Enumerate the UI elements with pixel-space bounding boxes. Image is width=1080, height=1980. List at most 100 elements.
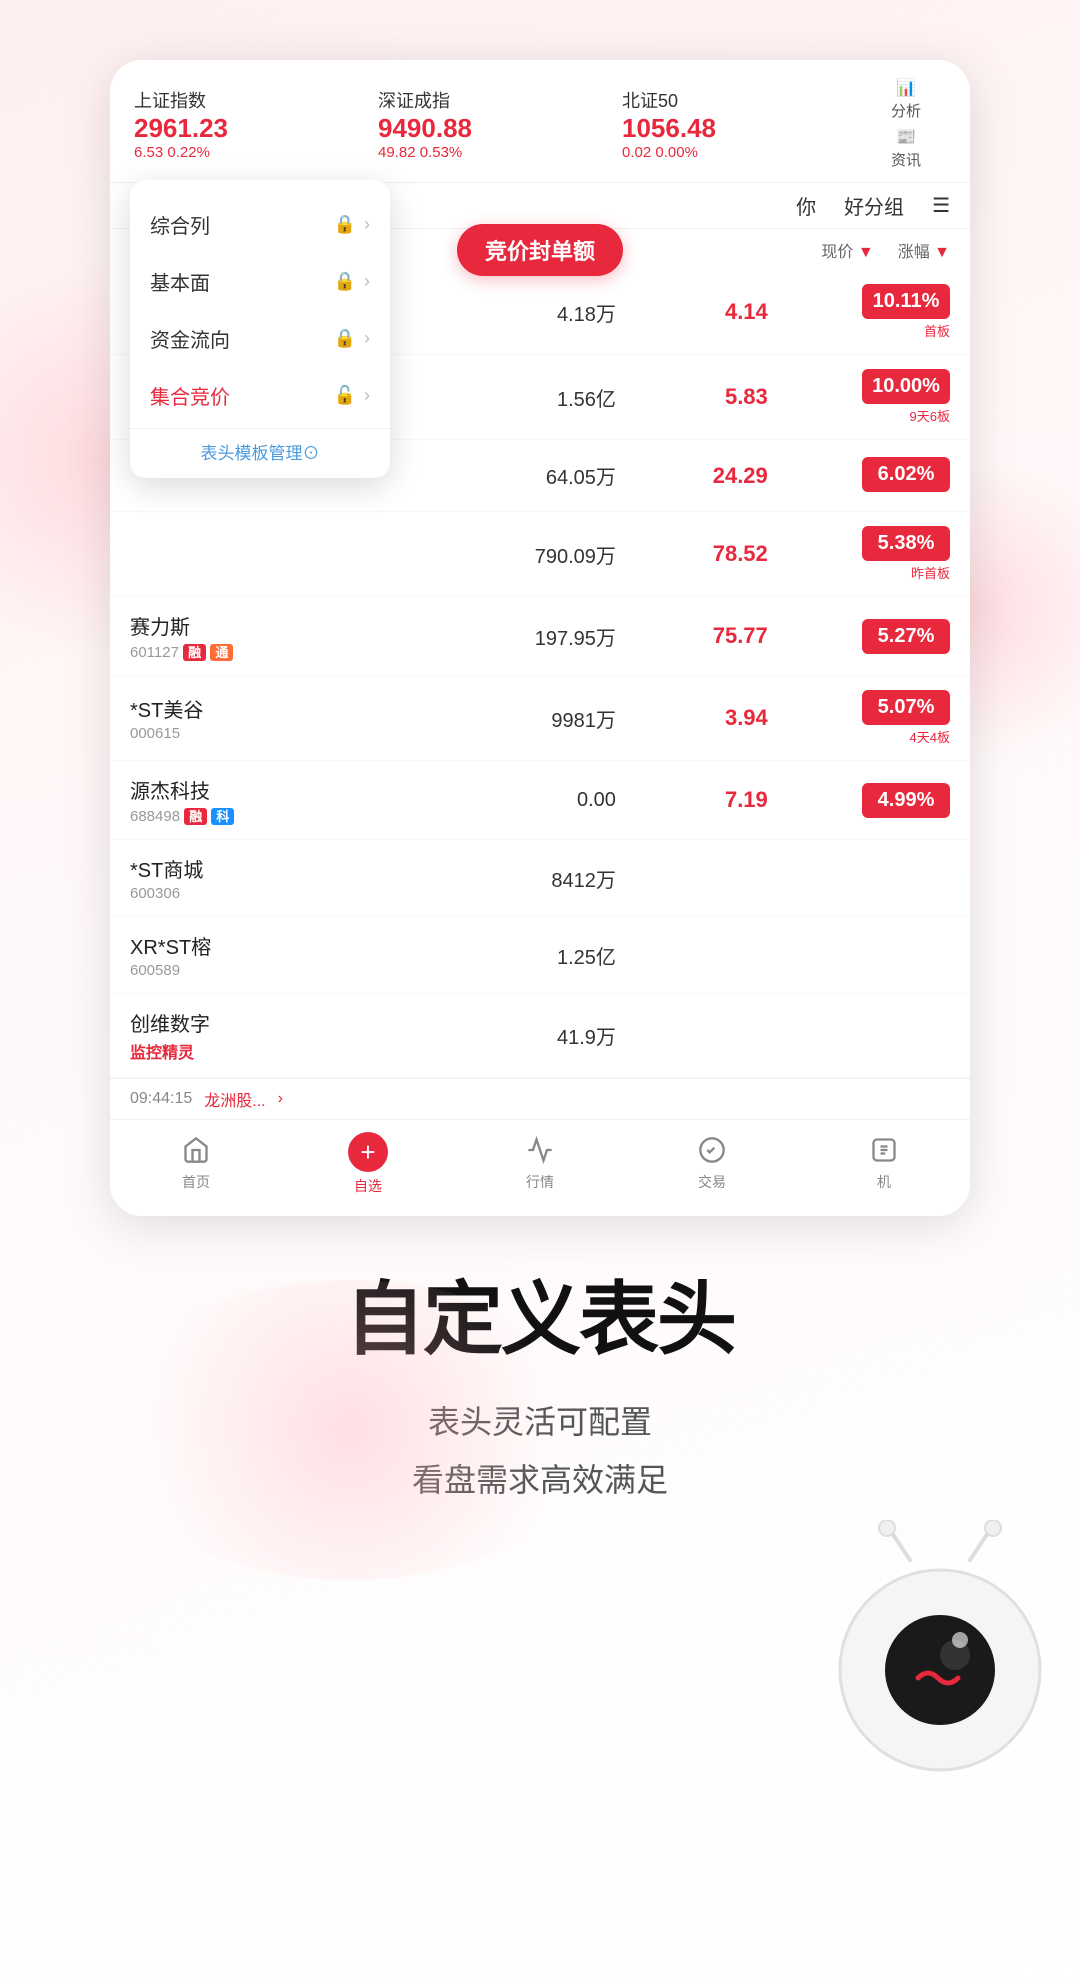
stock-info-8: XR*ST榕 600589 bbox=[130, 931, 403, 979]
jingpai-button[interactable]: 竞价封单额 bbox=[457, 224, 623, 276]
ticker-name-0: 上证指数 bbox=[134, 87, 378, 113]
change-badge-4: 5.27% bbox=[862, 619, 950, 654]
stock-info-9: 创维数字 监控精灵 bbox=[130, 1008, 403, 1063]
stock-name-8: XR*ST榕 bbox=[130, 931, 403, 960]
forward-icon: › bbox=[278, 1090, 283, 1108]
nav-market[interactable]: 行情 bbox=[454, 1132, 626, 1196]
stock-change-4: 5.27% bbox=[768, 619, 950, 654]
stock-code-7: 600306 bbox=[130, 885, 403, 902]
dropdown-item-3[interactable]: 集合竞价 🔓 › bbox=[130, 367, 390, 424]
nav-home-label: 首页 bbox=[182, 1172, 210, 1192]
change-note-1: 9天6板 bbox=[768, 406, 950, 425]
nav-ai-label: 机 bbox=[877, 1172, 891, 1192]
tag-tong-4: 通 bbox=[210, 644, 233, 661]
template-manager[interactable]: 表头模板管理⊙ bbox=[130, 428, 390, 470]
stock-info-7: *ST商城 600306 bbox=[130, 854, 403, 902]
chart-icon: 📊 bbox=[896, 78, 916, 98]
tab-you[interactable]: 你 bbox=[796, 191, 816, 228]
stock-volume-3: 790.09万 bbox=[403, 540, 616, 569]
lock-icon-2: 🔒 bbox=[334, 328, 356, 349]
stock-volume-0: 4.18万 bbox=[403, 298, 616, 327]
stock-change-3: 5.38% 昨首板 bbox=[768, 526, 950, 582]
change-badge-2: 6.02% bbox=[862, 457, 950, 492]
nav-trade[interactable]: 交易 bbox=[626, 1132, 798, 1196]
stock-price-2: 24.29 bbox=[616, 463, 768, 489]
stock-volume-7: 8412万 bbox=[403, 864, 616, 893]
change-note-5: 4天4板 bbox=[768, 727, 950, 746]
ticker-name-1: 深证成指 bbox=[378, 87, 622, 113]
stock-volume-9: 41.9万 bbox=[403, 1021, 616, 1050]
main-heading: 自定义表头 bbox=[80, 1276, 1000, 1364]
tab-groups[interactable]: 好分组 bbox=[844, 191, 904, 228]
dropdown-label-3: 集合竞价 bbox=[150, 381, 334, 410]
app-status-bar: 09:44:15 龙洲股... › bbox=[110, 1078, 970, 1119]
stock-row[interactable]: 创维数字 监控精灵 41.9万 bbox=[110, 994, 970, 1078]
stock-row[interactable]: 790.09万 78.52 5.38% 昨首板 bbox=[110, 512, 970, 597]
menu-icon[interactable]: ☰ bbox=[932, 193, 950, 226]
news-label: 资讯 bbox=[891, 149, 921, 170]
dropdown-item-0[interactable]: 综合列 🔒 › bbox=[130, 196, 390, 253]
stock-price-0: 4.14 bbox=[616, 299, 768, 325]
stock-price-5: 3.94 bbox=[616, 705, 768, 731]
ticker-shenzheng: 深证成指 9490.88 49.82 0.53% bbox=[378, 87, 622, 161]
home-icon bbox=[178, 1132, 214, 1168]
stock-code-5: 000615 bbox=[130, 725, 403, 742]
ticker-beizhheng: 北证50 1056.48 0.02 0.00% bbox=[622, 87, 866, 161]
ticker-bar: 上证指数 2961.23 6.53 0.22% 深证成指 9490.88 49.… bbox=[110, 60, 970, 183]
arrow-icon-3: › bbox=[364, 385, 370, 406]
change-badge-6: 4.99% bbox=[862, 783, 950, 818]
stock-change-1: 10.00% 9天6板 bbox=[768, 369, 950, 425]
stock-name-4: 赛力斯 bbox=[130, 611, 403, 640]
stock-info-5: *ST美谷 000615 bbox=[130, 694, 403, 742]
news-btn[interactable]: 📰 资讯 bbox=[891, 127, 921, 170]
arrow-icon-0: › bbox=[364, 214, 370, 235]
col-change-header: 涨幅 ▼ bbox=[898, 238, 950, 262]
analysis-btn[interactable]: 📊 分析 bbox=[891, 78, 921, 121]
lock-icon-0: 🔒 bbox=[334, 214, 356, 235]
stock-price-4: 75.77 bbox=[616, 623, 768, 649]
stock-row[interactable]: 源杰科技 688498 融 科 0.00 7.19 4.99% bbox=[110, 761, 970, 840]
trade-icon bbox=[694, 1132, 730, 1168]
ticker-change-0: 6.53 0.22% bbox=[134, 144, 378, 161]
dropdown-item-2[interactable]: 资金流向 🔒 › bbox=[130, 310, 390, 367]
ticker-change-1: 49.82 0.53% bbox=[378, 144, 622, 161]
stock-price-6: 7.19 bbox=[616, 787, 768, 813]
nav-watchlist-label: 自选 bbox=[354, 1176, 382, 1196]
change-note-3: 昨首板 bbox=[768, 563, 950, 582]
change-note-0: 首板 bbox=[768, 321, 950, 340]
ticker-shangzheng: 上证指数 2961.23 6.53 0.22% bbox=[134, 87, 378, 161]
change-badge-0: 10.11% bbox=[862, 284, 950, 319]
dropdown-item-1[interactable]: 基本面 🔒 › bbox=[130, 253, 390, 310]
ai-icon bbox=[866, 1132, 902, 1168]
stock-code-6: 688498 融 科 bbox=[130, 806, 403, 825]
change-badge-3: 5.38% bbox=[862, 526, 950, 561]
stock-row[interactable]: *ST商城 600306 8412万 bbox=[110, 840, 970, 917]
stock-change-6: 4.99% bbox=[768, 783, 950, 818]
status-link[interactable]: 龙洲股... bbox=[204, 1087, 265, 1111]
lock-icon-3: 🔓 bbox=[334, 385, 356, 406]
col-price-header: 现价 ▼ bbox=[821, 238, 873, 262]
stock-row[interactable]: XR*ST榕 600589 1.25亿 bbox=[110, 917, 970, 994]
change-badge-1: 10.00% bbox=[862, 369, 950, 404]
stock-change-5: 5.07% 4天4板 bbox=[768, 690, 950, 746]
ticker-price-2: 1056.48 bbox=[622, 113, 866, 144]
stock-row[interactable]: *ST美谷 000615 9981万 3.94 5.07% 4天4板 bbox=[110, 676, 970, 761]
stock-name-7: *ST商城 bbox=[130, 854, 403, 883]
stock-info-4: 赛力斯 601127 融 通 bbox=[130, 611, 403, 661]
nav-watchlist[interactable]: + 自选 bbox=[282, 1132, 454, 1196]
dropdown-label-2: 资金流向 bbox=[150, 324, 334, 353]
stock-name-3 bbox=[130, 543, 403, 566]
stock-price-3: 78.52 bbox=[616, 541, 768, 567]
ticker-actions: 📊 分析 📰 资讯 bbox=[866, 78, 946, 170]
nav-ai[interactable]: 机 bbox=[798, 1132, 970, 1196]
mascot-character bbox=[830, 1520, 1050, 1780]
nav-market-label: 行情 bbox=[526, 1172, 554, 1192]
stock-row[interactable]: 赛力斯 601127 融 通 197.95万 75.77 5.27% bbox=[110, 597, 970, 676]
nav-trade-label: 交易 bbox=[698, 1172, 726, 1192]
stock-price-1: 5.83 bbox=[616, 384, 768, 410]
analysis-label: 分析 bbox=[891, 100, 921, 121]
nav-home[interactable]: 首页 bbox=[110, 1132, 282, 1196]
bottom-nav: 首页 + 自选 行情 交易 bbox=[110, 1119, 970, 1216]
add-icon: + bbox=[348, 1132, 388, 1172]
stock-name-5: *ST美谷 bbox=[130, 694, 403, 723]
